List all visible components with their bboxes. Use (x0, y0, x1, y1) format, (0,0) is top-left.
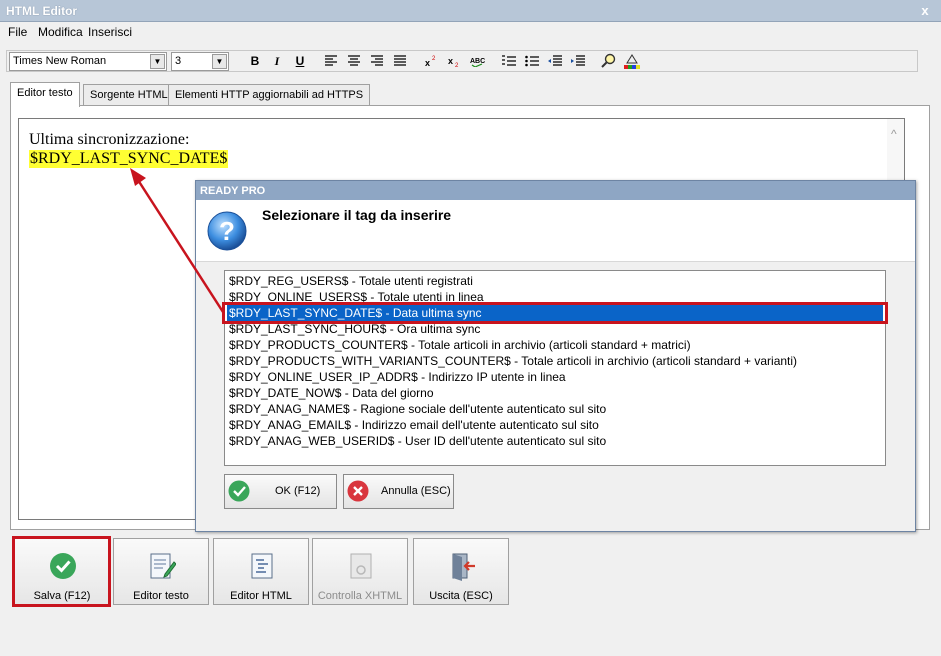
text-editor-button[interactable]: Editor testo (113, 538, 209, 605)
menu-file[interactable]: File (8, 25, 27, 39)
font-family-value: Times New Roman (13, 55, 107, 67)
xhtml-check-icon (350, 553, 372, 579)
check-icon (228, 480, 250, 502)
tab-elementi-http[interactable]: Elementi HTTP aggiornabili ad HTTPS (168, 84, 371, 106)
exit-button[interactable]: Uscita (ESC) (413, 538, 509, 605)
dialog-title: READY PRO (196, 181, 915, 200)
font-size-select[interactable]: 3 ▼ (171, 52, 229, 71)
tab-editor-testo[interactable]: Editor testo (10, 82, 80, 107)
question-icon: ? (207, 211, 247, 251)
menu-bar: File Modifica Inserisci (0, 22, 941, 42)
html-editor-label: Editor HTML (230, 590, 292, 602)
dialog-heading: Selezionare il tag da inserire (262, 207, 452, 223)
check-xhtml-label: Controlla XHTML (317, 590, 403, 602)
svg-text:x: x (425, 58, 430, 67)
superscript-icon[interactable]: x2 (422, 52, 442, 71)
tab-sorgente-html[interactable]: Sorgente HTML (83, 84, 175, 106)
exit-door-icon (452, 553, 475, 581)
font-size-value: 3 (175, 55, 182, 67)
subscript-icon[interactable]: x2 (445, 52, 465, 71)
list-item[interactable]: $RDY_PRODUCTS_COUNTER$ - Totale articoli… (229, 337, 691, 353)
chevron-down-icon[interactable]: ▼ (150, 54, 165, 69)
find-icon[interactable] (599, 52, 619, 71)
unordered-list-icon[interactable] (522, 52, 542, 71)
underline-button[interactable]: U (290, 52, 310, 71)
editor-inserted-tag: $RDY_LAST_SYNC_DATE$ (29, 150, 229, 168)
cancel-button[interactable]: Annulla (ESC) (343, 474, 454, 509)
svg-text:2: 2 (455, 63, 459, 67)
exit-label: Uscita (ESC) (429, 590, 493, 602)
menu-modifica[interactable]: Modifica (38, 25, 83, 39)
list-item[interactable]: $RDY_ANAG_NAME$ - Ragione sociale dell'u… (229, 401, 606, 417)
list-item[interactable]: $RDY_PRODUCTS_WITH_VARIANTS_COUNTER$ - T… (229, 353, 797, 369)
html-document-icon (251, 553, 273, 579)
html-editor-button[interactable]: Editor HTML (213, 538, 309, 605)
edit-document-icon (150, 553, 176, 579)
svg-text:x: x (448, 56, 453, 66)
cancel-label: Annulla (ESC) (381, 485, 451, 497)
check-xhtml-button: Controlla XHTML (312, 538, 408, 605)
align-right-icon[interactable] (367, 52, 387, 71)
indent-icon[interactable] (568, 52, 588, 71)
close-icon[interactable]: x (917, 3, 933, 19)
color-icon[interactable] (622, 52, 642, 71)
chevron-down-icon[interactable]: ▼ (212, 54, 227, 69)
selection-highlight-box (222, 302, 888, 324)
svg-text:ABC: ABC (470, 58, 485, 65)
list-item[interactable]: $RDY_REG_USERS$ - Totale utenti registra… (229, 273, 473, 289)
action-bar: Salva (F12) Editor testo Editor HTML Con… (0, 538, 941, 608)
italic-button[interactable]: I (267, 52, 287, 71)
svg-text:2: 2 (432, 56, 436, 62)
ordered-list-icon[interactable] (499, 52, 519, 71)
list-item[interactable]: $RDY_ONLINE_USER_IP_ADDR$ - Indirizzo IP… (229, 369, 566, 385)
svg-text:?: ? (219, 216, 235, 246)
font-family-select[interactable]: Times New Roman ▼ (9, 52, 167, 71)
align-center-icon[interactable] (344, 52, 364, 71)
text-editor-label: Editor testo (133, 590, 189, 602)
menu-inserisci[interactable]: Inserisci (88, 25, 132, 39)
bold-button[interactable]: B (245, 52, 265, 71)
align-left-icon[interactable] (321, 52, 341, 71)
editor-text-line: Ultima sincronizzazione: (29, 131, 190, 148)
list-item[interactable]: $RDY_ANAG_WEB_USERID$ - User ID dell'ute… (229, 433, 606, 449)
scroll-up-icon[interactable]: ^ (891, 127, 897, 141)
outdent-icon[interactable] (545, 52, 565, 71)
list-item[interactable]: $RDY_ANAG_EMAIL$ - Indirizzo email dell'… (229, 417, 599, 433)
dialog-header: ? Selezionare il tag da inserire (196, 200, 915, 262)
align-justify-icon[interactable] (390, 52, 410, 71)
window-titlebar: HTML Editor x (0, 0, 941, 22)
save-highlight-box (12, 536, 111, 607)
format-toolbar: Times New Roman ▼ 3 ▼ B I U x2 x2 ABC (6, 50, 918, 72)
tag-listbox[interactable]: $RDY_REG_USERS$ - Totale utenti registra… (224, 270, 886, 466)
ok-button[interactable]: OK (F12) (224, 474, 337, 509)
window-title: HTML Editor (6, 4, 78, 18)
ok-label: OK (F12) (275, 485, 321, 497)
tag-select-dialog: READY PRO ? Selezionare il tag da inseri… (195, 180, 916, 532)
list-item[interactable]: $RDY_DATE_NOW$ - Data del giorno (229, 385, 434, 401)
cancel-icon (347, 480, 369, 502)
spellcheck-icon[interactable]: ABC (468, 52, 492, 71)
